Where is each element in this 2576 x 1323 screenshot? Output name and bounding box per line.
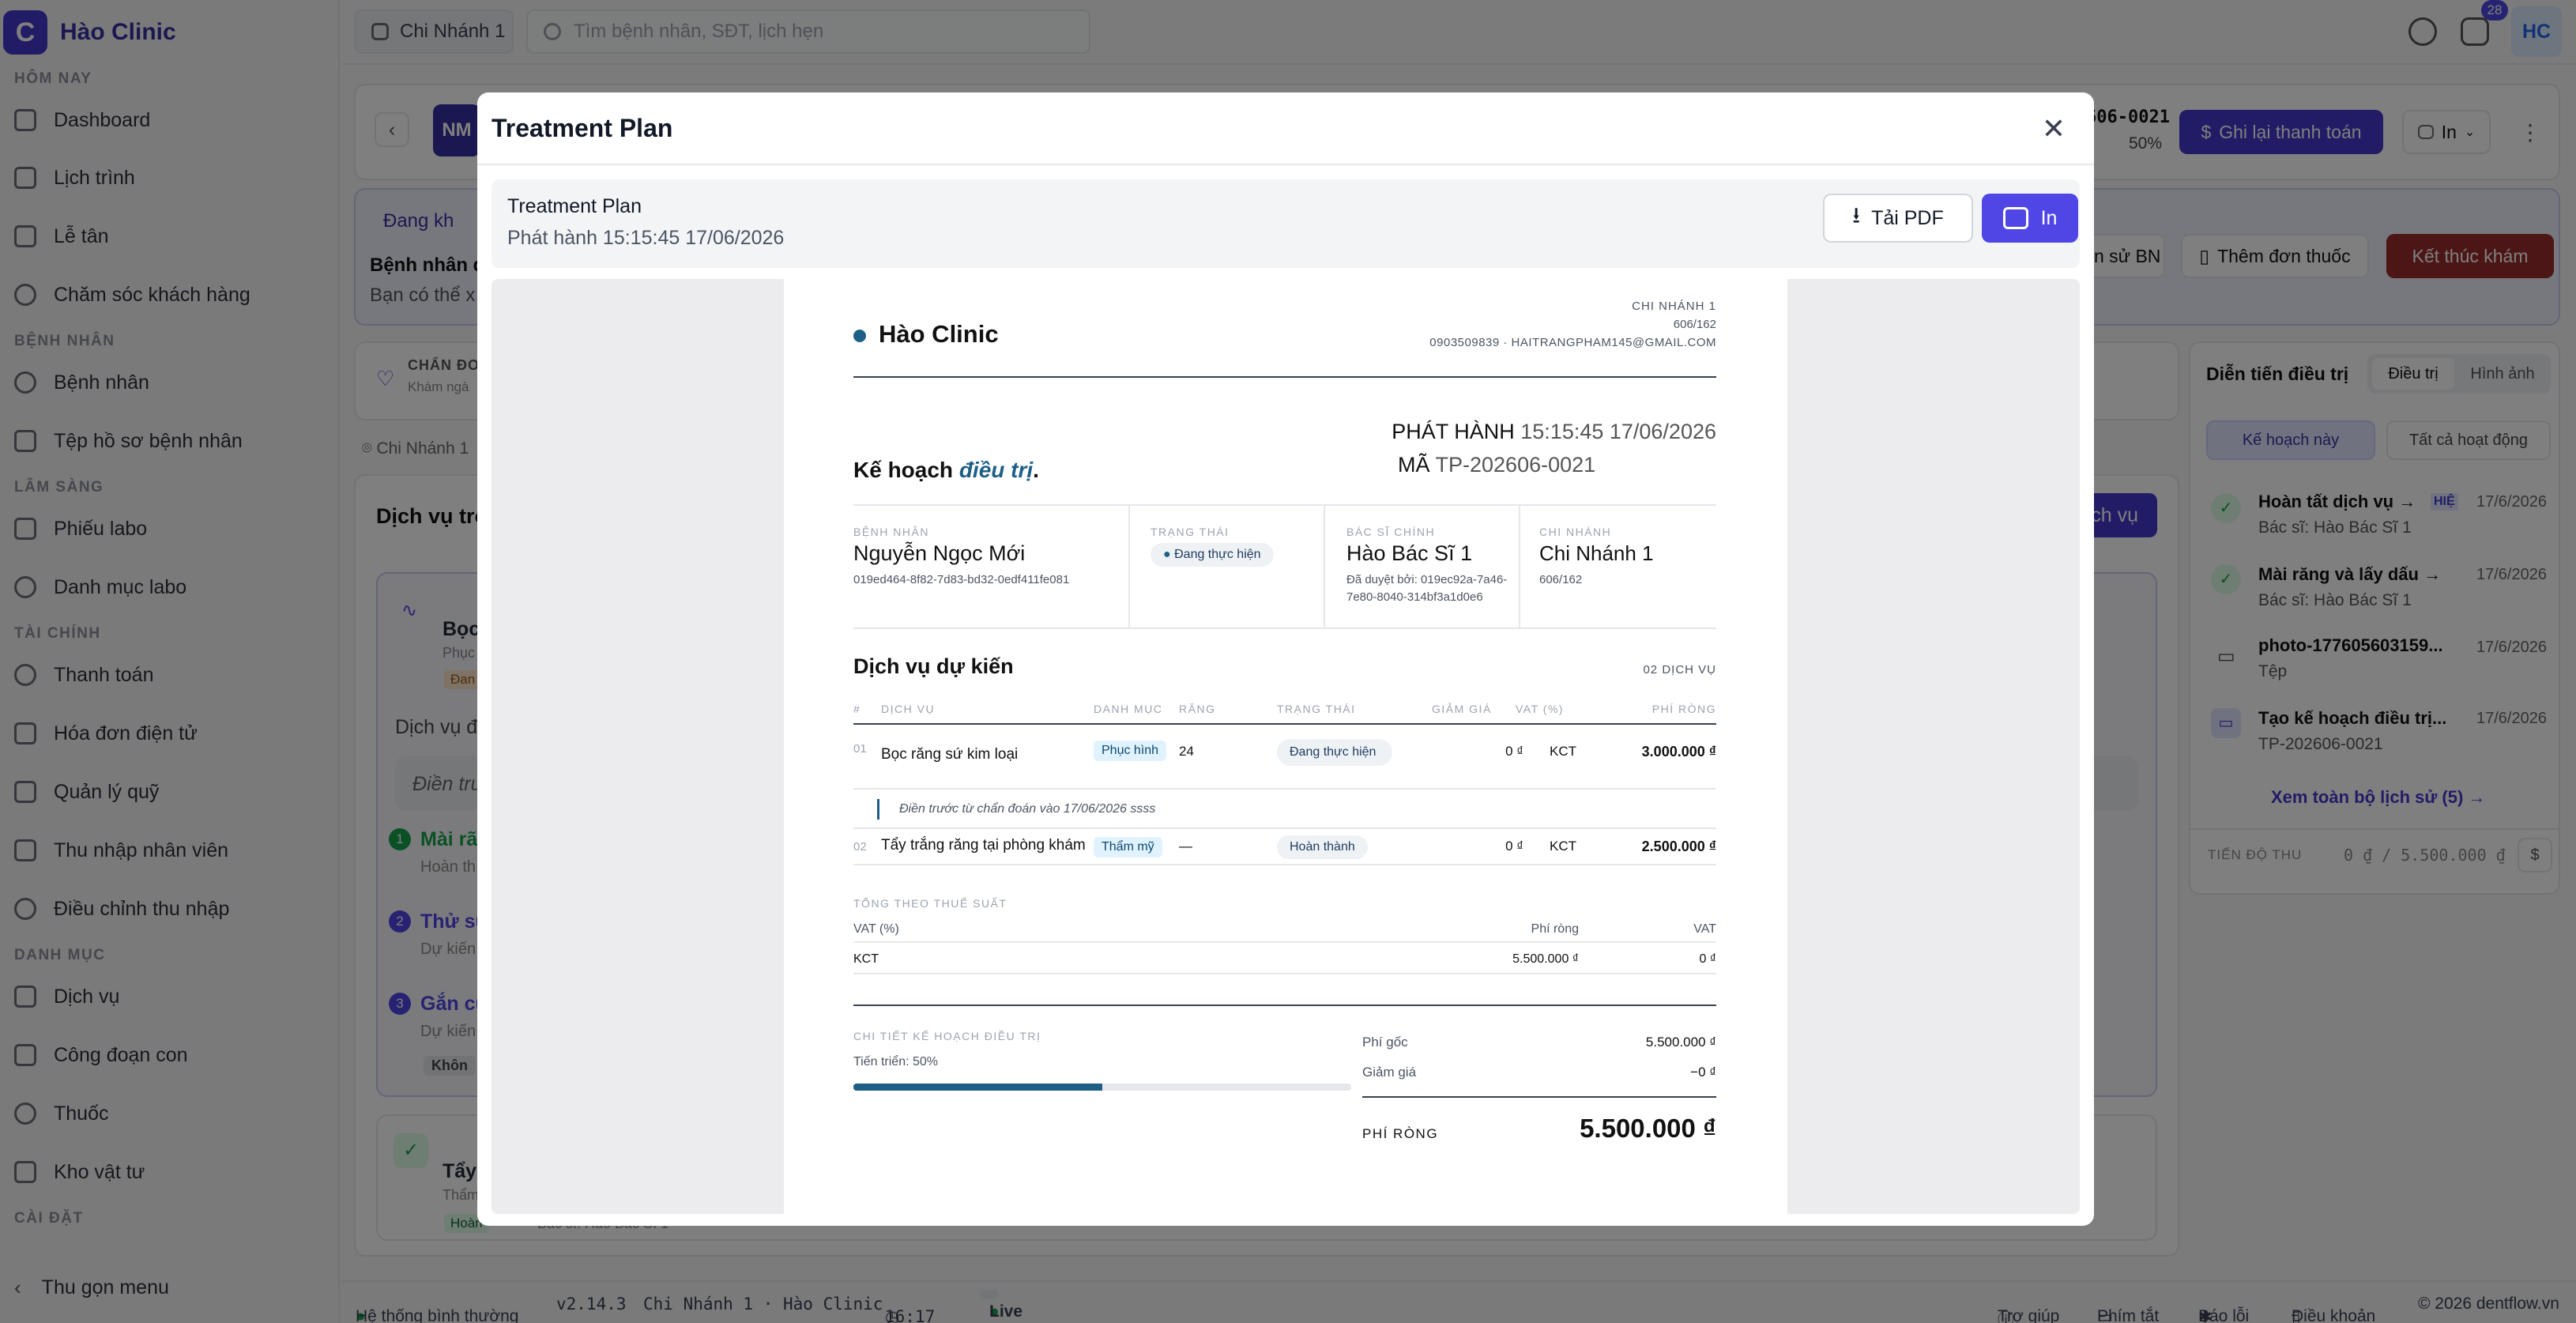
row-service: Bọc răng sứ kim loại	[881, 746, 1019, 763]
doc-branch-address: 606/162	[1673, 318, 1716, 331]
row-vat: KCT	[1550, 839, 1576, 854]
net-value: 5.500.000 ₫	[1580, 1114, 1716, 1143]
row-net: 2.500.000 ₫	[1641, 839, 1716, 854]
divider	[853, 827, 1716, 829]
brand-dot-icon	[853, 330, 866, 342]
progress-fill	[853, 1084, 1102, 1091]
col-net: PHÍ RÒNG	[1651, 703, 1716, 715]
row-discount: 0 ₫	[1505, 744, 1523, 759]
row-net: 3.000.000 ₫	[1641, 744, 1716, 760]
divider	[1128, 505, 1130, 628]
treatment-plan-modal: Treatment Plan ✕ Treatment Plan Phát hàn…	[477, 92, 2094, 1226]
divider	[853, 504, 1716, 506]
doc-branch-label: CHI NHÁNH 1	[1632, 300, 1716, 313]
document-issued: Phát hành 15:15:45 17/06/2026	[507, 227, 785, 249]
modal-header: Treatment Plan ✕	[477, 92, 2094, 165]
doctor-name: Hào Bác Sĩ 1	[1346, 541, 1473, 565]
divider	[853, 941, 1716, 943]
divider	[853, 1004, 1716, 1006]
divider	[853, 376, 1716, 378]
patient-name: Nguyễn Ngọc Mới	[853, 541, 1026, 565]
close-icon[interactable]: ✕	[2042, 115, 2066, 143]
discount-label: Giảm giá	[1362, 1065, 1417, 1080]
row-tooth: 24	[1179, 744, 1194, 759]
patient-id: 019ed464-8f82-7d83-bd32-0edf411fe081	[853, 573, 1070, 586]
download-icon: ⭳	[1852, 203, 1861, 228]
document-toolbar: Treatment Plan Phát hành 15:15:45 17/06/…	[491, 179, 2080, 268]
row-note: Điền trước từ chẩn đoán vào 17/06/2026 s…	[899, 802, 1156, 816]
divider	[1362, 1096, 1716, 1098]
document-preview[interactable]: Hào Clinic CHI NHÁNH 1 606/162 090350983…	[491, 279, 2080, 1214]
document-page: Hào Clinic CHI NHÁNH 1 606/162 090350983…	[784, 279, 1787, 1214]
row-category: Thẩm mỹ	[1094, 837, 1162, 858]
divider	[1324, 505, 1325, 628]
divider	[853, 973, 1716, 974]
col-category: DANH MỤC	[1094, 703, 1163, 715]
print-button[interactable]: In	[1982, 194, 2078, 243]
status-badge: ● Đang thực hiện	[1151, 543, 1274, 567]
branch-name: Chi Nhánh 1	[1539, 541, 1654, 565]
printer-icon	[2002, 207, 2028, 229]
row-no: 01	[853, 742, 867, 756]
tax-row-net: 5.500.000 ₫	[1512, 952, 1579, 966]
net-label: PHÍ RÒNG	[1362, 1126, 1439, 1141]
doc-issued: PHÁT HÀNH 15:15:45 17/06/2026	[1392, 420, 1716, 443]
progress-bar	[853, 1084, 1351, 1091]
tax-col-net: Phí ròng	[1531, 922, 1579, 936]
row-category: Phục hình	[1094, 741, 1167, 761]
services-count: 02 DỊCH VỤ	[1643, 663, 1716, 677]
download-pdf-button[interactable]: ⭳ Tải PDF	[1823, 194, 1973, 243]
status-label: TRẠNG THÁI	[1151, 526, 1230, 538]
status-dot-icon: ●	[1163, 548, 1175, 561]
row-vat: KCT	[1550, 744, 1576, 759]
col-discount: GIẢM GIÁ	[1432, 703, 1492, 715]
branch-address: 606/162	[1539, 573, 1583, 586]
tax-row-vat: 0 ₫	[1699, 952, 1716, 966]
divider	[853, 788, 1716, 790]
progress-text: Tiến triển: 50%	[853, 1055, 939, 1069]
branch-label: CHI NHÁNH	[1539, 526, 1612, 538]
document-name: Treatment Plan	[507, 195, 642, 217]
tax-col-vat-amount: VAT	[1693, 922, 1716, 936]
row-status: Hoàn thành	[1277, 835, 1368, 859]
col-vat: VAT (%)	[1516, 703, 1565, 715]
doc-title: Kế hoạch điều trị.	[853, 458, 1039, 482]
note-marker	[877, 799, 879, 820]
row-tooth: —	[1179, 839, 1192, 854]
doc-code: MÃ TP-202606-0021	[1398, 453, 1596, 477]
col-tooth: RĂNG	[1179, 703, 1216, 715]
divider	[853, 628, 1716, 629]
doc-clinic-name: Hào Clinic	[879, 320, 999, 348]
patient-label: BỆNH NHÂN	[853, 526, 929, 538]
divider	[1519, 505, 1520, 628]
gross-label: Phí gốc	[1362, 1035, 1408, 1050]
detail-title: CHI TIẾT KẾ HOẠCH ĐIỀU TRỊ	[853, 1030, 1041, 1042]
tax-col-vat: VAT (%)	[853, 922, 899, 936]
discount-value: −0 ₫	[1690, 1065, 1716, 1080]
modal-title: Treatment Plan	[491, 114, 673, 142]
col-service: DỊCH VỤ	[881, 703, 936, 715]
doctor-label: BÁC SĨ CHÍNH	[1346, 526, 1436, 538]
col-status: TRẠNG THÁI	[1277, 703, 1356, 715]
tax-title: TỔNG THEO THUẾ SUẤT	[853, 897, 1007, 910]
row-status: Đang thực hiện	[1277, 739, 1392, 766]
divider	[853, 864, 1716, 865]
row-discount: 0 ₫	[1505, 839, 1523, 854]
divider	[853, 723, 1716, 725]
row-no: 02	[853, 840, 867, 854]
approved-id: 7e80-8040-314bf3a1d0e6	[1346, 590, 1483, 604]
gross-value: 5.500.000 ₫	[1645, 1035, 1716, 1050]
services-title: Dịch vụ dự kiến	[853, 654, 1014, 678]
doc-branch-contact: 0903509839 · HAITRANGPHAM145@GMAIL.COM	[1429, 336, 1716, 349]
tax-row-rate: KCT	[853, 952, 879, 966]
approved-by: Đã duyệt bởi: 019ec92a-7a46-	[1346, 573, 1508, 586]
row-service: Tẩy trắng răng tại phòng khám	[881, 837, 1086, 854]
col-no: #	[853, 703, 861, 715]
